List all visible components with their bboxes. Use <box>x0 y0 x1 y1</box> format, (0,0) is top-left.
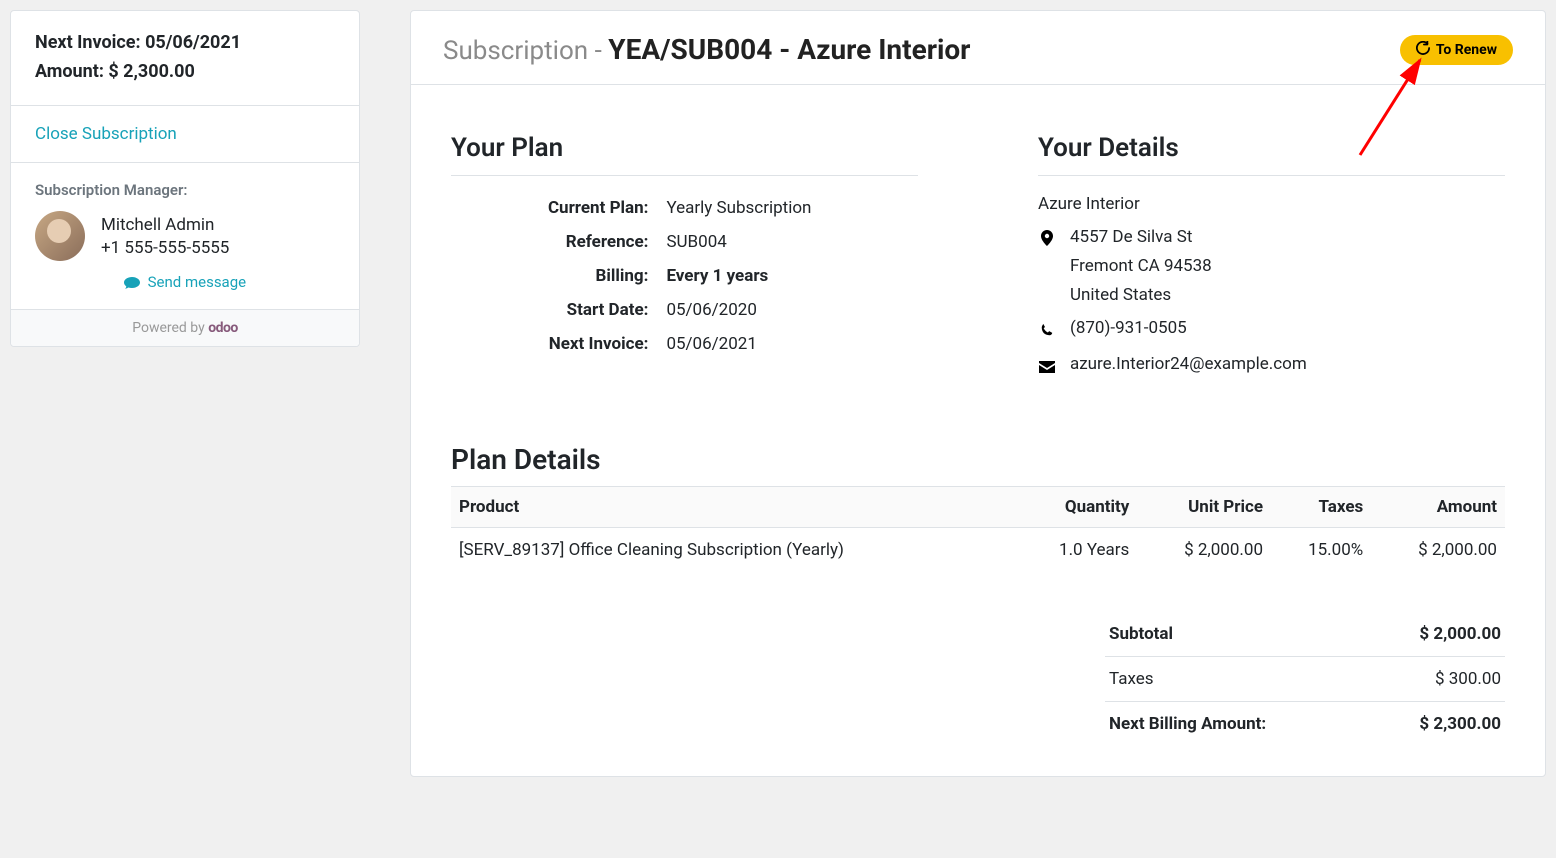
main-panel: Subscription - YEA/SUB004 - Azure Interi… <box>410 10 1546 777</box>
start-date-value: 05/06/2020 <box>662 294 916 326</box>
taxes-label: Taxes <box>1109 669 1154 689</box>
next-invoice-date: 05/06/2021 <box>145 32 241 53</box>
next-billing-label: Next Billing Amount: <box>1109 714 1266 734</box>
plan-details-heading: Plan Details <box>451 443 1505 476</box>
avatar <box>35 211 85 261</box>
email-value: azure.Interior24@example.com <box>1070 350 1307 379</box>
col-unit-price: Unit Price <box>1137 487 1271 528</box>
manager-name: Mitchell Admin <box>101 213 229 239</box>
powered-by: Powered by odoo <box>11 310 359 346</box>
send-message-link[interactable]: Send message <box>35 273 335 291</box>
to-renew-badge[interactable]: To Renew <box>1400 35 1513 65</box>
powered-brand: odoo <box>208 320 238 336</box>
taxes-value: $ 300.00 <box>1435 669 1501 689</box>
plan-details-table: Product Quantity Unit Price Taxes Amount… <box>451 486 1505 572</box>
phone-icon <box>1038 314 1056 347</box>
manager-phone: +1 555-555-5555 <box>101 238 229 258</box>
refresh-icon <box>1416 41 1430 59</box>
next-invoice-label: Next Invoice: <box>35 32 145 53</box>
powered-prefix: Powered by <box>132 320 208 336</box>
sidebar-card: Next Invoice: 05/06/2021 Amount: $ 2,300… <box>10 10 360 347</box>
line-amount: $ 2,000.00 <box>1371 528 1505 573</box>
billing-value: Every 1 years <box>662 260 916 292</box>
send-message-label: Send message <box>148 273 246 291</box>
current-plan-label: Current Plan: <box>453 192 660 224</box>
phone-value: (870)-931-0505 <box>1070 314 1187 343</box>
next-invoice-label: Next Invoice: <box>453 328 660 360</box>
col-amount: Amount <box>1371 487 1505 528</box>
line-unit-price: $ 2,000.00 <box>1137 528 1271 573</box>
billing-label: Billing: <box>453 260 660 292</box>
next-invoice-value: 05/06/2021 <box>662 328 916 360</box>
map-pin-icon <box>1038 223 1056 256</box>
amount-label: Amount: <box>35 61 108 82</box>
address-line-2: Fremont CA 94538 <box>1070 252 1212 281</box>
address-line-3: United States <box>1070 281 1212 310</box>
page-title: Subscription - YEA/SUB004 - Azure Interi… <box>443 33 970 66</box>
your-details-heading: Your Details <box>1038 133 1505 163</box>
current-plan-value: Yearly Subscription <box>662 192 916 224</box>
line-quantity: 1.0 Years <box>1016 528 1138 573</box>
col-product: Product <box>451 487 1016 528</box>
close-subscription-link[interactable]: Close Subscription <box>35 124 177 144</box>
manager-label: Subscription Manager: <box>35 181 335 199</box>
title-prefix: Subscription - <box>443 36 608 66</box>
company-name: Azure Interior <box>1038 190 1505 219</box>
your-plan-heading: Your Plan <box>451 133 918 163</box>
envelope-icon <box>1038 350 1056 383</box>
totals-block: Subtotal $ 2,000.00 Taxes $ 300.00 Next … <box>1105 612 1505 746</box>
speech-bubble-icon <box>124 273 148 291</box>
address-line-1: 4557 De Silva St <box>1070 223 1212 252</box>
divider <box>1038 175 1505 176</box>
amount-value: $ 2,300.00 <box>108 61 194 82</box>
reference-label: Reference: <box>453 226 660 258</box>
col-quantity: Quantity <box>1016 487 1138 528</box>
to-renew-label: To Renew <box>1436 42 1497 58</box>
plan-info-table: Current Plan:Yearly Subscription Referen… <box>451 190 918 362</box>
subtotal-label: Subtotal <box>1109 624 1173 644</box>
invoice-summary: Next Invoice: 05/06/2021 Amount: $ 2,300… <box>11 11 359 106</box>
line-product: [SERV_89137] Office Cleaning Subscriptio… <box>451 528 1016 573</box>
next-billing-value: $ 2,300.00 <box>1419 714 1501 734</box>
subtotal-value: $ 2,000.00 <box>1419 624 1501 644</box>
divider <box>451 175 918 176</box>
table-row: [SERV_89137] Office Cleaning Subscriptio… <box>451 528 1505 573</box>
col-taxes: Taxes <box>1271 487 1371 528</box>
line-taxes: 15.00% <box>1271 528 1371 573</box>
reference-value: SUB004 <box>662 226 916 258</box>
title-main: YEA/SUB004 - Azure Interior <box>608 33 970 66</box>
start-date-label: Start Date: <box>453 294 660 326</box>
